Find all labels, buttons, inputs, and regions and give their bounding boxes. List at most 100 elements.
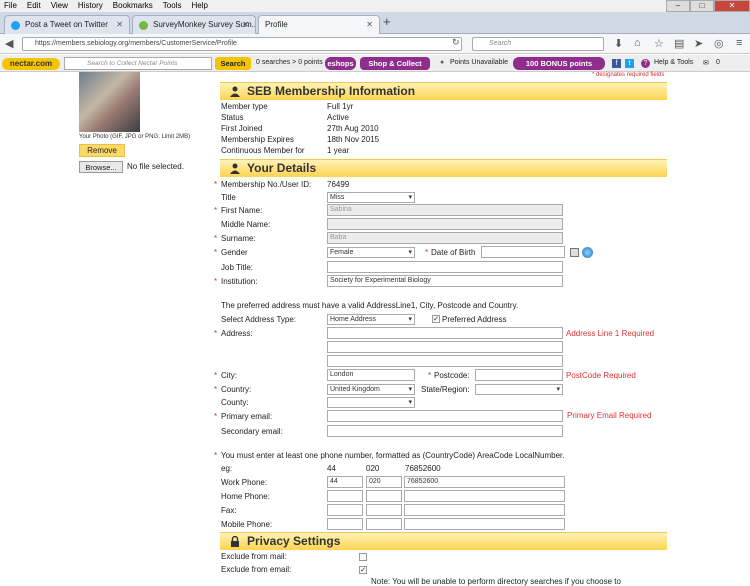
preferred-address-checkbox[interactable]: ✓ xyxy=(432,315,440,323)
help-icon[interactable]: ? xyxy=(641,59,650,68)
first-name-label: First Name: xyxy=(221,206,263,215)
menu-view[interactable]: View xyxy=(51,1,68,10)
fax-local-input[interactable] xyxy=(404,504,565,516)
tab-surveymonkey[interactable]: SurveyMonkey Survey Sum... ✕ xyxy=(132,15,256,34)
minimize-button[interactable]: – xyxy=(666,0,690,12)
send-icon[interactable]: ➤ xyxy=(694,37,703,50)
job-title-input[interactable] xyxy=(327,261,563,273)
first-name-input[interactable]: Sabina xyxy=(327,204,563,216)
shop-collect-button[interactable]: Shop & Collect xyxy=(360,57,430,70)
middle-name-input[interactable] xyxy=(327,218,563,230)
calendar-icon[interactable] xyxy=(570,248,579,257)
mobile-area-input[interactable] xyxy=(366,518,402,530)
menu-bookmarks[interactable]: Bookmarks xyxy=(113,1,153,10)
address-type-select[interactable]: Home Address xyxy=(327,314,415,325)
title-select[interactable]: Miss xyxy=(327,192,415,203)
address-line3-input[interactable] xyxy=(327,355,563,367)
bonus-points-button[interactable]: 100 BONUS points xyxy=(513,57,605,70)
required-fields-note: * designates required fields xyxy=(592,72,665,78)
close-tab-icon[interactable]: ✕ xyxy=(116,16,123,34)
postcode-label: Postcode: xyxy=(434,371,470,380)
tab-twitter[interactable]: Post a Tweet on Twitter ✕ xyxy=(4,15,130,34)
close-tab-icon[interactable]: ✕ xyxy=(366,16,373,34)
secondary-email-input[interactable] xyxy=(327,425,563,437)
required-star: * xyxy=(214,385,218,394)
exclude-email-checkbox[interactable]: ✓ xyxy=(359,566,367,574)
exclude-mail-checkbox[interactable] xyxy=(359,553,367,561)
nectar-logo[interactable]: nectar.com xyxy=(2,58,60,70)
nectar-search-input[interactable]: Search to Collect Nectar Points xyxy=(64,57,212,70)
county-select[interactable] xyxy=(327,397,415,408)
fax-area-input[interactable] xyxy=(366,504,402,516)
mobile-local-input[interactable] xyxy=(404,518,565,530)
address-line2-input[interactable] xyxy=(327,341,563,353)
primary-email-input[interactable] xyxy=(327,410,563,422)
download-icon[interactable]: ⬇ xyxy=(614,37,623,50)
reload-icon[interactable]: ↻ xyxy=(452,37,460,48)
job-title-label: Job Title: xyxy=(221,263,254,272)
state-select[interactable] xyxy=(475,384,563,395)
address-line1-input[interactable] xyxy=(327,327,563,339)
twitter-share-icon[interactable]: t xyxy=(625,59,634,68)
institution-input[interactable]: Society for Experimental Biology xyxy=(327,275,563,287)
work-phone-local-input[interactable]: 76852600 xyxy=(404,476,565,488)
home-phone-local-input[interactable] xyxy=(404,490,565,502)
menu-tools[interactable]: Tools xyxy=(163,1,182,10)
mobile-cc-input[interactable] xyxy=(327,518,363,530)
facebook-icon[interactable]: f xyxy=(612,59,621,68)
nectar-search-button[interactable]: Search xyxy=(215,57,251,70)
required-star: * xyxy=(214,277,218,286)
message-icon[interactable]: ✉ xyxy=(703,59,709,67)
work-phone-area-input[interactable]: 020 xyxy=(366,476,402,488)
home-phone-cc-input[interactable] xyxy=(327,490,363,502)
required-star: * xyxy=(425,248,429,257)
fax-cc-input[interactable] xyxy=(327,504,363,516)
bookmarks-list-icon[interactable]: ▤ xyxy=(674,37,684,50)
postcode-input[interactable] xyxy=(475,369,563,381)
institution-label: Institution: xyxy=(221,277,258,286)
membership-no-value: 76499 xyxy=(327,180,350,189)
new-tab-button[interactable]: + xyxy=(383,14,391,29)
chat-icon[interactable]: ◎ xyxy=(714,37,724,50)
membership-header: SEB Membership Information xyxy=(220,82,667,100)
dob-input[interactable] xyxy=(481,246,565,258)
home-phone-area-input[interactable] xyxy=(366,490,402,502)
fax-label: Fax: xyxy=(221,506,237,515)
work-phone-label: Work Phone: xyxy=(221,478,268,487)
city-input[interactable]: London xyxy=(327,369,415,381)
required-star: * xyxy=(214,180,218,189)
menu-edit[interactable]: Edit xyxy=(27,1,41,10)
required-star: * xyxy=(214,206,218,215)
bookmark-star-icon[interactable]: ☆ xyxy=(654,37,664,50)
eshops-button[interactable]: eshops xyxy=(325,57,356,70)
maximize-button[interactable]: □ xyxy=(690,0,714,12)
surname-input[interactable]: Baba xyxy=(327,232,563,244)
menu-file[interactable]: File xyxy=(4,1,17,10)
country-select[interactable]: United Kingdom xyxy=(327,384,415,395)
phone-note: You must enter at least one phone number… xyxy=(221,451,565,460)
mobile-phone-label: Mobile Phone: xyxy=(221,520,273,529)
remove-photo-button[interactable]: Remove xyxy=(79,144,125,157)
required-star: * xyxy=(214,248,218,257)
address-bar[interactable]: https://members.sebiology.org/members/Cu… xyxy=(22,37,462,51)
work-phone-cc-input[interactable]: 44 xyxy=(327,476,363,488)
exclude-mail-label: Exclude from mail: xyxy=(221,552,287,561)
help-tools-menu[interactable]: Help & Tools xyxy=(654,59,693,66)
menu-history[interactable]: History xyxy=(78,1,103,10)
back-icon[interactable]: ◀ xyxy=(5,37,13,50)
close-window-button[interactable]: ✕ xyxy=(714,0,750,12)
twitter-icon xyxy=(11,21,20,30)
globe-icon[interactable] xyxy=(582,247,593,258)
member-type-value: Full 1yr xyxy=(327,102,354,111)
browser-search-input[interactable]: Search xyxy=(472,37,604,51)
url-text: https://members.sebiology.org/members/Cu… xyxy=(35,40,237,47)
country-label: Country: xyxy=(221,385,252,394)
close-tab-icon[interactable]: ✕ xyxy=(242,16,249,34)
hamburger-menu-icon[interactable]: ≡ xyxy=(736,37,742,49)
home-icon[interactable]: ⌂ xyxy=(634,37,641,49)
menu-help[interactable]: Help xyxy=(191,1,207,10)
gender-select[interactable]: Female xyxy=(327,247,415,258)
tab-profile[interactable]: Profile ✕ xyxy=(258,15,380,34)
first-joined-label: First Joined xyxy=(221,124,263,133)
browse-button[interactable]: Browse... xyxy=(79,161,123,173)
